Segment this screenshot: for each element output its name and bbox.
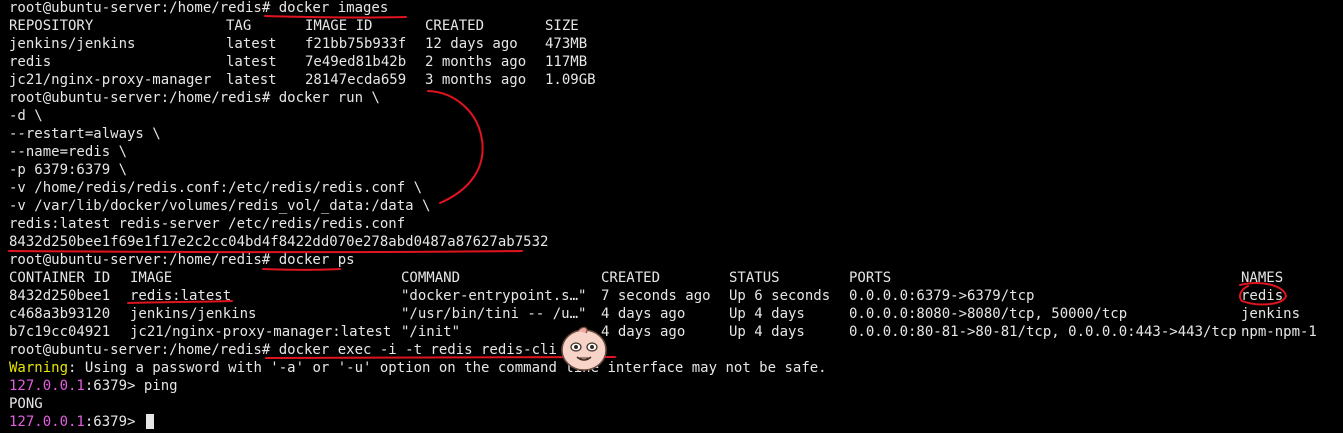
ps-header-names: NAMES xyxy=(1241,270,1284,286)
run-option-port: -p 6379:6379 \ xyxy=(9,162,128,178)
ps-header-ports: PORTS xyxy=(849,270,892,286)
container-command: "/usr/bin/tini -- /u…" xyxy=(401,306,587,322)
command-docker-ps: root@ubuntu-server:/home/redis# docker p… xyxy=(9,252,355,268)
warning-line: Warning: Using a password with '-a' or '… xyxy=(9,359,827,377)
container-command: "docker-entrypoint.s…" xyxy=(401,288,587,304)
run-image-and-command: redis:latest redis-server /etc/redis/red… xyxy=(9,216,406,232)
ps-header-created: CREATED xyxy=(601,270,661,286)
container-status: Up 4 days xyxy=(729,324,805,340)
run-option-volume-conf: -v /home/redis/redis.conf:/etc/redis/red… xyxy=(9,180,423,196)
peach-character-sticker-icon xyxy=(561,326,607,371)
container-image: redis:latest xyxy=(130,288,232,304)
image-created: 12 days ago xyxy=(425,36,518,52)
ps-header-image: IMAGE xyxy=(130,270,173,286)
redis-cli-line-ping: 127.0.0.1:6379> ping xyxy=(9,377,178,395)
container-status: Up 6 seconds xyxy=(729,288,831,304)
warning-label: Warning xyxy=(9,360,69,376)
container-ports: 0.0.0.0:80-81->80-81/tcp, 0.0.0.0:443->4… xyxy=(849,324,1237,340)
ps-header-status: STATUS xyxy=(729,270,780,286)
container-status: Up 4 days xyxy=(729,306,805,322)
images-header-repository: REPOSITORY xyxy=(9,18,94,34)
underline-docker-ps xyxy=(262,268,341,271)
container-created: 4 days ago xyxy=(601,306,686,322)
redis-prompt-port: :6379> xyxy=(84,414,144,430)
image-repository: jc21/nginx-proxy-manager xyxy=(9,72,212,88)
command-docker-exec: root@ubuntu-server:/home/redis# docker e… xyxy=(9,342,591,358)
image-created: 3 months ago xyxy=(425,72,527,88)
ps-header-command: COMMAND xyxy=(401,270,461,286)
container-image: jc21/nginx-proxy-manager:latest xyxy=(130,324,392,340)
redis-prompt-port: :6379> xyxy=(84,378,144,394)
image-size: 473MB xyxy=(545,36,588,52)
image-id: 28147ecda659 xyxy=(305,72,407,88)
images-header-image-id: IMAGE ID xyxy=(305,18,373,34)
image-size: 1.09GB xyxy=(545,72,596,88)
image-id: f21bb75b933f xyxy=(305,36,407,52)
terminal-window[interactable]: root@ubuntu-server:/home/redis# docker i… xyxy=(0,0,1343,433)
image-id: 7e49ed81b42b xyxy=(305,54,407,70)
image-size: 117MB xyxy=(545,54,588,70)
images-header-created: CREATED xyxy=(425,18,485,34)
container-created: 4 days ago xyxy=(601,324,686,340)
container-id-output: 8432d250bee1f69e1f17e2c2cc04bd4f8422dd07… xyxy=(9,234,549,250)
image-repository: jenkins/jenkins xyxy=(9,36,136,52)
container-image: jenkins/jenkins xyxy=(130,306,257,322)
image-repository: redis xyxy=(9,54,52,70)
run-option-volume-data: -v /var/lib/docker/volumes/redis_vol/_da… xyxy=(9,198,431,214)
redis-cli-input-line[interactable]: 127.0.0.1:6379> xyxy=(9,413,154,431)
warning-text: : Using a password with '-a' or '-u' opt… xyxy=(68,360,827,376)
run-option-detach: -d \ xyxy=(9,108,43,124)
image-tag: latest xyxy=(226,72,277,88)
run-option-name: --name=redis \ xyxy=(9,144,128,160)
redis-prompt-host: 127.0.0.1 xyxy=(9,378,85,394)
image-tag: latest xyxy=(226,54,277,70)
redis-ping-command: ping xyxy=(143,378,178,394)
container-name: jenkins xyxy=(1241,306,1301,322)
image-created: 2 months ago xyxy=(425,54,527,70)
container-name: npm-npm-1 xyxy=(1241,324,1317,340)
redis-pong-output: PONG xyxy=(9,396,43,412)
container-command: "/init" xyxy=(401,324,461,340)
images-header-tag: TAG xyxy=(226,18,252,34)
run-option-restart: --restart=always \ xyxy=(9,126,161,142)
bracket-docker-run xyxy=(427,90,484,204)
container-ports: 0.0.0.0:6379->6379/tcp xyxy=(849,288,1035,304)
image-tag: latest xyxy=(226,36,277,52)
container-name: redis xyxy=(1241,288,1284,304)
container-id: b7c19cc04921 xyxy=(9,324,111,340)
images-header-size: SIZE xyxy=(545,18,579,34)
container-id: 8432d250bee1 xyxy=(9,288,111,304)
container-created: 7 seconds ago xyxy=(601,288,711,304)
container-id: c468a3b93120 xyxy=(9,306,111,322)
redis-prompt-host: 127.0.0.1 xyxy=(9,414,85,430)
ps-header-container-id: CONTAINER ID xyxy=(9,270,111,286)
command-docker-run: root@ubuntu-server:/home/redis# docker r… xyxy=(9,90,380,106)
command-docker-images: root@ubuntu-server:/home/redis# docker i… xyxy=(9,0,389,16)
container-ports: 0.0.0.0:8080->8080/tcp, 50000/tcp xyxy=(849,306,1128,322)
terminal-cursor xyxy=(145,414,154,429)
